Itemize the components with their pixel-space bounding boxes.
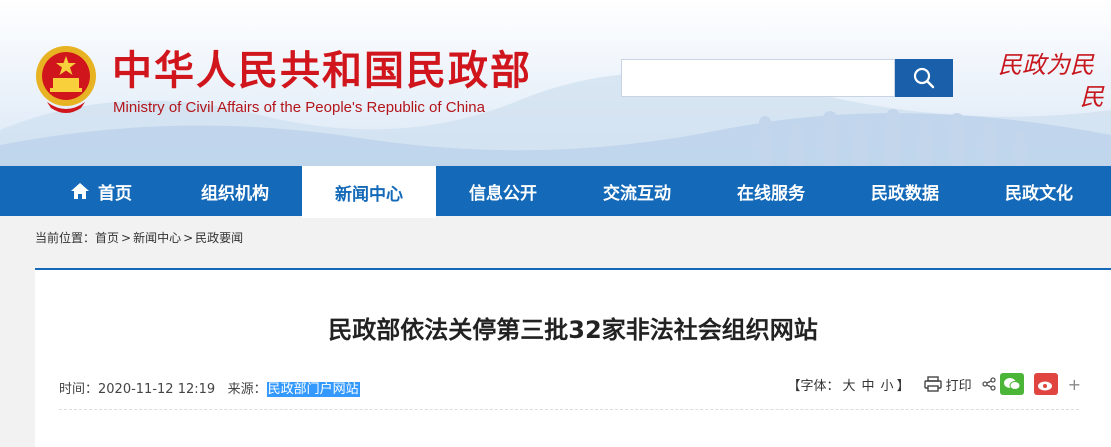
more-share-button[interactable]: + xyxy=(1068,375,1081,394)
site-title: 中华人民共和国民政部 xyxy=(112,47,532,94)
home-icon xyxy=(70,182,90,200)
nav-item-interaction[interactable]: 交流互动 xyxy=(570,166,704,216)
main-nav: 首页 组织机构 新闻中心 信息公开 交流互动 在线服务 民政数据 民政文化 xyxy=(0,166,1111,218)
site-subtitle: Ministry of Civil Affairs of the People'… xyxy=(113,99,485,116)
breadcrumb-link-civil-news[interactable]: 民政要闻 xyxy=(195,231,243,245)
people-silhouette-illustration xyxy=(759,109,1026,166)
font-label-open: 【字体： xyxy=(787,378,840,394)
search-button[interactable] xyxy=(895,59,953,97)
breadcrumb-prefix: 当前位置： xyxy=(35,231,96,245)
nav-item-label: 首页 xyxy=(98,183,132,204)
time-label: 时间： xyxy=(59,382,99,397)
article-title: 民政部依法关停第三批32家非法社会组织网站 xyxy=(328,316,818,344)
breadcrumb-separator: > xyxy=(183,231,194,245)
slogan-text-2: 民 xyxy=(1080,83,1104,111)
article-panel: 民政部依法关停第三批32家非法社会组织网站 时间：2020-11-12 12:1… xyxy=(35,268,1111,447)
nav-item-info-disclosure[interactable]: 信息公开 xyxy=(436,166,570,216)
print-label: 打印 xyxy=(945,378,972,394)
nav-item-civil-culture[interactable]: 民政文化 xyxy=(972,166,1106,216)
share-icon[interactable] xyxy=(981,377,996,391)
breadcrumb: 当前位置：首页 > 新闻中心 > 民政要闻 xyxy=(35,229,243,246)
print-button[interactable]: 打印 xyxy=(923,375,972,394)
source-value: 民政部门户网站 xyxy=(266,382,360,397)
source-label: 来源： xyxy=(227,382,267,397)
font-medium-button[interactable]: 中 xyxy=(862,379,875,394)
article-tools: 【字体：大中小】 打印 + xyxy=(788,373,1081,395)
nav-item-news-center[interactable]: 新闻中心 xyxy=(302,166,436,218)
time-value: 2020-11-12 12:19 xyxy=(98,382,216,397)
font-size-control: 【字体：大中小】 xyxy=(788,375,910,394)
font-large-button[interactable]: 大 xyxy=(843,379,856,394)
national-emblem-icon xyxy=(36,46,96,113)
article-meta: 时间：2020-11-12 12:19 来源：民政部门户网站 xyxy=(59,378,360,397)
font-label-close: 】 xyxy=(896,378,910,394)
wechat-share-button[interactable] xyxy=(999,373,1024,395)
nav-item-organization[interactable]: 组织机构 xyxy=(168,166,302,216)
meta-divider xyxy=(59,409,1079,410)
font-small-button[interactable]: 小 xyxy=(881,379,894,394)
search-icon xyxy=(913,67,935,89)
slogan-text: 民政为民 xyxy=(998,51,1094,79)
nav-item-home[interactable]: 首页 xyxy=(34,166,168,216)
nav-item-civil-data[interactable]: 民政数据 xyxy=(838,166,972,216)
breadcrumb-link-news[interactable]: 新闻中心 xyxy=(133,231,181,245)
search-input[interactable] xyxy=(621,59,895,97)
site-header: 中华人民共和国民政部 Ministry of Civil Affairs of … xyxy=(0,0,1111,166)
breadcrumb-link-home[interactable]: 首页 xyxy=(95,231,119,245)
wechat-icon xyxy=(1003,378,1021,390)
weibo-icon xyxy=(1037,381,1052,391)
nav-item-online-service[interactable]: 在线服务 xyxy=(704,166,838,216)
breadcrumb-separator: > xyxy=(121,231,132,245)
weibo-share-button[interactable] xyxy=(1033,373,1058,395)
printer-icon xyxy=(923,376,942,392)
